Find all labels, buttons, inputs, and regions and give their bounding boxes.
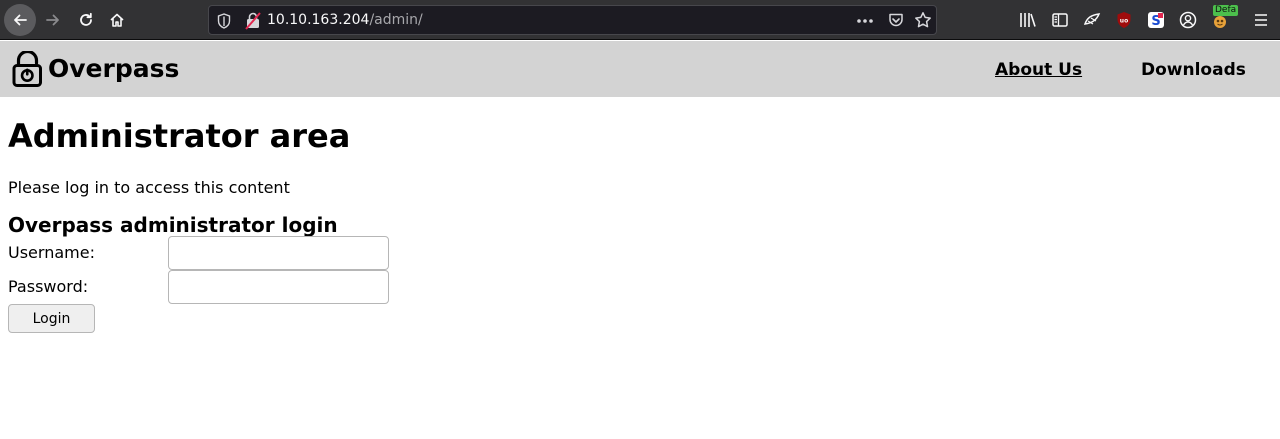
shield-icon[interactable] (217, 13, 231, 29)
login-heading: Overpass administrator login (8, 213, 338, 237)
url-text[interactable]: 10.10.163.204/admin/ (267, 12, 423, 29)
reload-button[interactable] (70, 4, 102, 36)
nav-downloads[interactable]: Downloads (1141, 60, 1246, 80)
login-button[interactable]: Login (8, 304, 95, 333)
arrow-right-icon (46, 14, 59, 26)
account-icon[interactable] (1178, 10, 1198, 30)
url-bar[interactable]: 10.10.163.204/admin/ (208, 5, 937, 35)
extension-s-icon[interactable]: S (1146, 10, 1166, 30)
insecure-lock-icon[interactable] (245, 12, 261, 30)
container-badge: Defa (1213, 5, 1239, 16)
username-label: Username: (8, 243, 95, 262)
more-actions-icon[interactable] (856, 18, 874, 24)
sidebar-icon[interactable] (1050, 10, 1070, 30)
padlock-logo-icon (12, 51, 42, 87)
home-button[interactable] (101, 4, 133, 36)
reload-icon (80, 12, 92, 26)
home-icon (110, 13, 124, 27)
extension-icon[interactable] (1082, 10, 1102, 30)
back-button[interactable] (4, 4, 36, 36)
nav-about-us[interactable]: About Us (995, 60, 1082, 80)
site-brand[interactable]: Overpass (48, 54, 179, 84)
intro-text: Please log in to access this content (8, 178, 290, 197)
pocket-icon[interactable] (888, 12, 904, 28)
site-header: Overpass About Us Downloads (0, 41, 1280, 97)
page-title: Administrator area (8, 117, 351, 155)
menu-icon[interactable] (1251, 10, 1271, 30)
username-input[interactable] (168, 236, 389, 270)
star-icon[interactable] (914, 11, 932, 29)
url-path: /admin/ (369, 12, 423, 28)
browser-toolbar: 10.10.163.204/admin/ uo S Defa (0, 0, 1280, 40)
password-label: Password: (8, 277, 89, 296)
svg-text:uo: uo (1120, 18, 1128, 25)
url-host: 10.10.163.204 (267, 12, 370, 28)
ublock-icon[interactable]: uo (1114, 10, 1134, 30)
library-icon[interactable] (1018, 10, 1038, 30)
password-input[interactable] (168, 270, 389, 304)
forward-button[interactable] (37, 4, 69, 36)
arrow-left-icon (14, 14, 27, 26)
